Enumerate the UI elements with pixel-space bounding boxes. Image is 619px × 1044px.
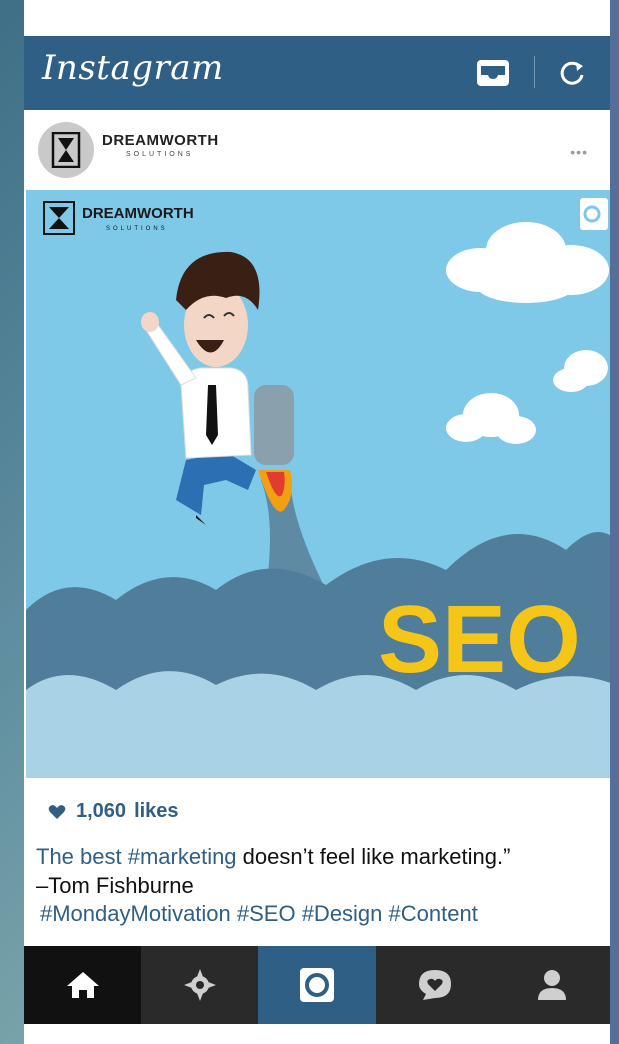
caption: The best #marketing doesn’t feel like ma…	[36, 842, 606, 900]
phone-screen: Instagram DREAMWORTH SOLUTIONS ••• SEO D…	[24, 0, 610, 1044]
background-strip	[610, 0, 619, 1044]
account-name[interactable]: DREAMWORTH SOLUTIONS	[102, 132, 219, 158]
post-image[interactable]: SEO DREAMWORTH SOLUTIONS	[26, 190, 610, 778]
likes-row[interactable]: 1,060 likes	[48, 800, 179, 823]
post-header: DREAMWORTH SOLUTIONS •••	[24, 110, 610, 190]
jetpack	[254, 385, 294, 465]
image-brand-sub: SOLUTIONS	[106, 226, 168, 232]
profile-icon	[537, 970, 566, 1000]
inbox-button[interactable]	[474, 54, 512, 92]
explore-icon	[183, 969, 216, 1001]
app-logo: Instagram	[42, 48, 224, 88]
header-divider	[534, 56, 535, 88]
refresh-icon	[560, 61, 584, 85]
video-badge-icon	[580, 198, 608, 230]
tab-activity[interactable]	[376, 946, 493, 1024]
more-options-button[interactable]: •••	[570, 144, 588, 160]
camera-icon	[300, 968, 334, 1002]
tab-home[interactable]	[24, 946, 141, 1024]
activity-icon	[418, 970, 451, 1000]
tab-explore[interactable]	[141, 946, 258, 1024]
hashtags[interactable]: #MondayMotivation #SEO #Design #Content	[40, 901, 478, 927]
inbox-icon	[477, 60, 509, 86]
heart-icon	[48, 804, 66, 819]
caption-text: doesn’t feel like marketing.”	[236, 844, 511, 869]
caption-author: –Tom Fishburne	[36, 873, 194, 898]
hourglass-logo-icon	[51, 132, 81, 168]
tab-profile[interactable]	[493, 946, 610, 1024]
home-icon	[66, 972, 99, 998]
likes-count: 1,060	[76, 800, 127, 822]
tab-camera[interactable]	[258, 946, 376, 1024]
top-bar: Instagram	[24, 36, 610, 110]
account-subtitle: SOLUTIONS	[126, 151, 194, 158]
refresh-button[interactable]	[554, 54, 592, 92]
caption-highlight[interactable]: The best #marketing	[36, 844, 237, 869]
image-brand-name: DREAMWORTH	[82, 205, 194, 222]
bottom-tab-bar	[24, 946, 610, 1024]
seo-headline: SEO	[378, 586, 581, 693]
account-name-text: DREAMWORTH	[102, 132, 219, 149]
avatar[interactable]	[38, 122, 94, 178]
likes-label: likes	[134, 800, 179, 822]
